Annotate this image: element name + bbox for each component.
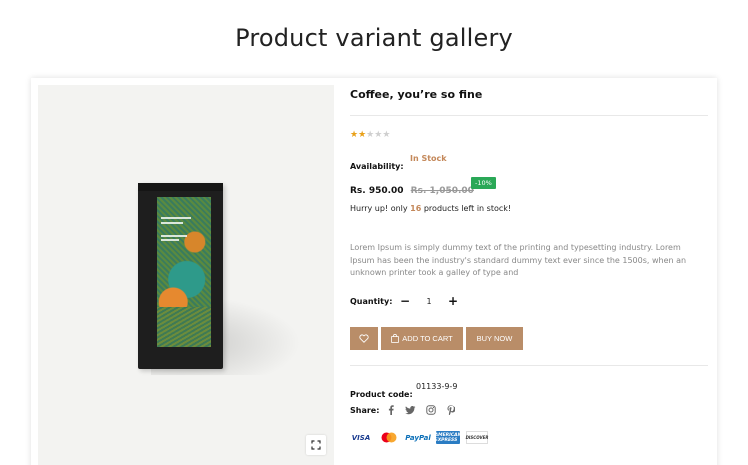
discount-badge: -10%	[471, 177, 496, 189]
heart-icon	[359, 334, 369, 343]
payment-methods: VISA PayPal AMERICAN EXPRESS DISCOVER	[350, 431, 488, 444]
price: Rs. 950.00	[350, 186, 404, 196]
share-icons	[384, 404, 457, 416]
wishlist-button[interactable]	[350, 327, 378, 350]
quantity-value[interactable]: 1	[413, 297, 445, 306]
instagram-icon[interactable]	[424, 404, 437, 416]
product-info: Coffee, you’re so fine ★★★★★ Availabilit…	[350, 78, 710, 465]
buy-now-button[interactable]: BUY NOW	[466, 327, 523, 350]
star-icon: ★	[350, 130, 359, 140]
availability: Availability: In Stock	[350, 154, 447, 173]
product-title: Coffee, you’re so fine	[350, 88, 483, 101]
star-icon: ★	[358, 130, 367, 140]
action-buttons: ADD TO CART BUY NOW	[350, 327, 523, 350]
star-rating: ★★★★★	[350, 130, 390, 140]
code-label: Product code:	[350, 390, 413, 399]
add-to-cart-button[interactable]: ADD TO CART	[381, 327, 463, 350]
product-image[interactable]	[38, 85, 334, 465]
discover-icon: DISCOVER	[466, 431, 488, 444]
cart-icon	[391, 334, 400, 343]
divider	[350, 365, 708, 366]
coffee-bag-image	[138, 183, 223, 369]
amex-icon: AMERICAN EXPRESS	[434, 431, 462, 444]
expand-icon	[311, 440, 321, 450]
divider	[350, 115, 708, 116]
section-title: Product variant gallery	[235, 24, 513, 52]
fullscreen-button[interactable]	[306, 435, 326, 455]
product-card: Coffee, you’re so fine ★★★★★ Availabilit…	[31, 78, 717, 465]
facebook-icon[interactable]	[384, 404, 397, 416]
bag-label	[157, 197, 211, 347]
quantity-stepper[interactable]: − 1 +	[397, 292, 461, 310]
pinterest-icon[interactable]	[444, 404, 457, 416]
old-price: Rs. 1,050.00	[410, 186, 474, 196]
availability-value: In Stock	[410, 154, 447, 163]
plus-button[interactable]: +	[445, 292, 461, 310]
star-icon: ★	[382, 130, 391, 140]
mastercard-icon	[378, 431, 400, 444]
stock-count: 16	[410, 204, 422, 213]
twitter-icon[interactable]	[404, 404, 417, 416]
paypal-icon: PayPal	[405, 433, 431, 442]
quantity-label: Quantity:	[350, 297, 393, 306]
code-value: 01133-9-9	[416, 382, 458, 391]
share-label: Share:	[350, 406, 380, 415]
stock-note: Hurry up! only 16 products left in stock…	[350, 204, 512, 213]
visa-icon: VISA	[351, 433, 371, 442]
product-description: Lorem Ipsum is simply dummy text of the …	[350, 243, 687, 277]
add-to-cart-label: ADD TO CART	[402, 334, 453, 343]
minus-button[interactable]: −	[397, 292, 413, 310]
availability-label: Availability:	[350, 162, 404, 171]
price-row: Rs. 950.00 Rs. 1,050.00 -10%	[350, 177, 496, 197]
product-code: Product code: 01133-9-9	[350, 382, 457, 401]
